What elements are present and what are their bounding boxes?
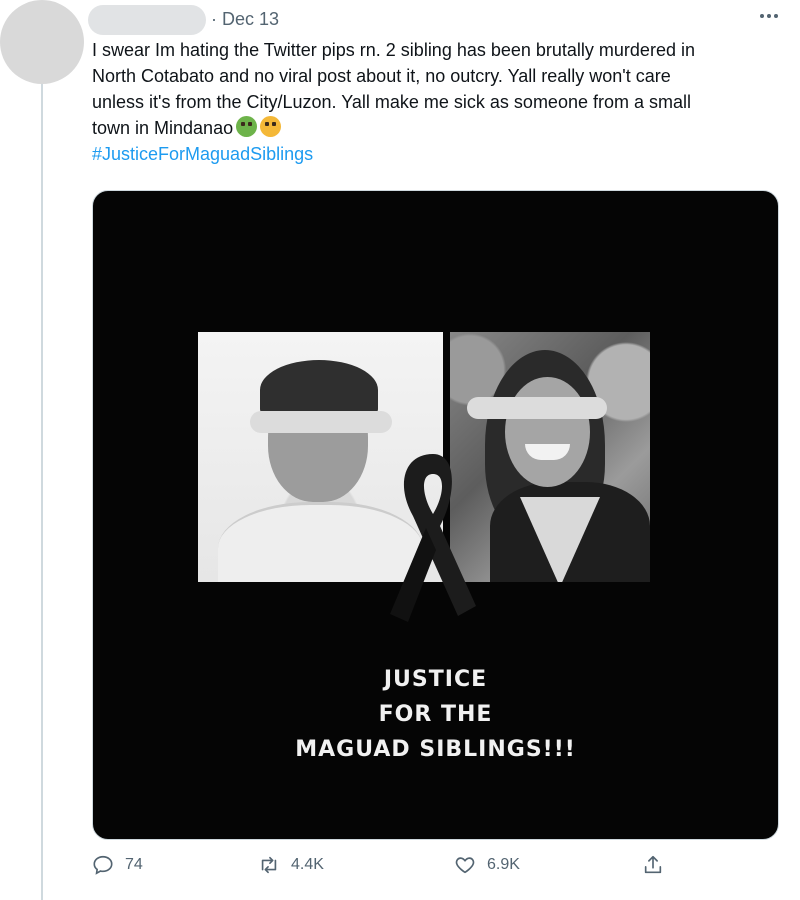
date-separator: ·	[211, 9, 217, 29]
like-count: 6.9K	[487, 856, 520, 873]
tweet-date[interactable]: Dec 13	[222, 9, 279, 30]
nauseated-face-icon	[236, 116, 258, 137]
tweet-image[interactable]: JUSTICE FOR THE MAGUAD SIBLINGS!!!	[92, 190, 779, 840]
heart-icon	[455, 857, 475, 874]
more-options-icon[interactable]	[760, 14, 778, 18]
share-button[interactable]	[642, 854, 664, 876]
tweet-text-line: unless it's from the City/Luzon. Yall ma…	[92, 92, 691, 112]
reply-icon	[93, 855, 113, 875]
mourning-ribbon-icon	[390, 454, 476, 622]
share-icon	[644, 855, 662, 874]
headline-line: FOR THE	[378, 702, 493, 727]
like-button[interactable]: 6.9K	[454, 854, 520, 876]
thread-line	[41, 84, 43, 900]
retweet-button[interactable]: 4.4K	[258, 854, 324, 876]
headline-line: JUSTICE	[383, 667, 488, 692]
tweet-text-line: town in Mindanao	[92, 115, 782, 141]
reply-button[interactable]: 74	[92, 854, 143, 876]
retweet-count: 4.4K	[291, 856, 324, 873]
hashtag-link[interactable]: #JusticeForMaguadSiblings	[92, 141, 782, 167]
tweet-text: I swear Im hating the Twitter pips rn. 2…	[92, 37, 782, 167]
face-redaction	[250, 411, 392, 433]
reply-count: 74	[125, 856, 143, 873]
headline-line: MAGUAD SIBLINGS!!!	[295, 737, 576, 762]
redacted-username[interactable]	[88, 5, 206, 35]
face-redaction	[467, 397, 607, 419]
tweet-text-line: North Cotabato and no viral post about i…	[92, 66, 671, 86]
tweet-text-line: I swear Im hating the Twitter pips rn. 2…	[92, 40, 695, 60]
vomiting-face-icon	[260, 116, 282, 137]
retweet-icon	[261, 856, 277, 874]
tweet-actions: 74 4.4K 6.9K	[92, 854, 782, 884]
avatar[interactable]	[0, 0, 84, 84]
